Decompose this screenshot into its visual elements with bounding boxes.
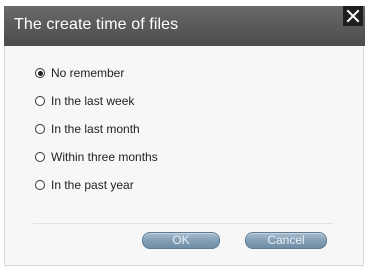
option-label: No remember [51, 66, 125, 80]
ok-button[interactable]: OK [142, 232, 220, 249]
option-last-month[interactable]: In the last month [35, 122, 140, 136]
radio-unselected[interactable] [35, 124, 45, 134]
close-button[interactable] [343, 6, 363, 26]
dialog-titlebar: The create time of files [4, 6, 365, 46]
option-label: In the last week [51, 94, 135, 108]
option-no-remember[interactable]: No remember [35, 66, 124, 80]
option-last-week[interactable]: In the last week [35, 94, 134, 108]
option-three-months[interactable]: Within three months [35, 150, 158, 164]
radio-unselected[interactable] [35, 180, 45, 190]
radio-selected[interactable] [35, 68, 45, 78]
option-label: In the last month [51, 122, 140, 136]
radio-unselected[interactable] [35, 152, 45, 162]
dialog-body: No remember In the last week In the last… [4, 46, 364, 266]
option-label: In the past year [51, 178, 134, 192]
option-past-year[interactable]: In the past year [35, 178, 134, 192]
cancel-button[interactable]: Cancel [245, 232, 327, 249]
divider [33, 223, 333, 224]
close-icon [343, 6, 363, 26]
dialog-title: The create time of files [14, 16, 179, 33]
file-create-time-dialog: The create time of files No remember In … [0, 0, 365, 271]
radio-unselected[interactable] [35, 96, 45, 106]
option-label: Within three months [51, 150, 158, 164]
